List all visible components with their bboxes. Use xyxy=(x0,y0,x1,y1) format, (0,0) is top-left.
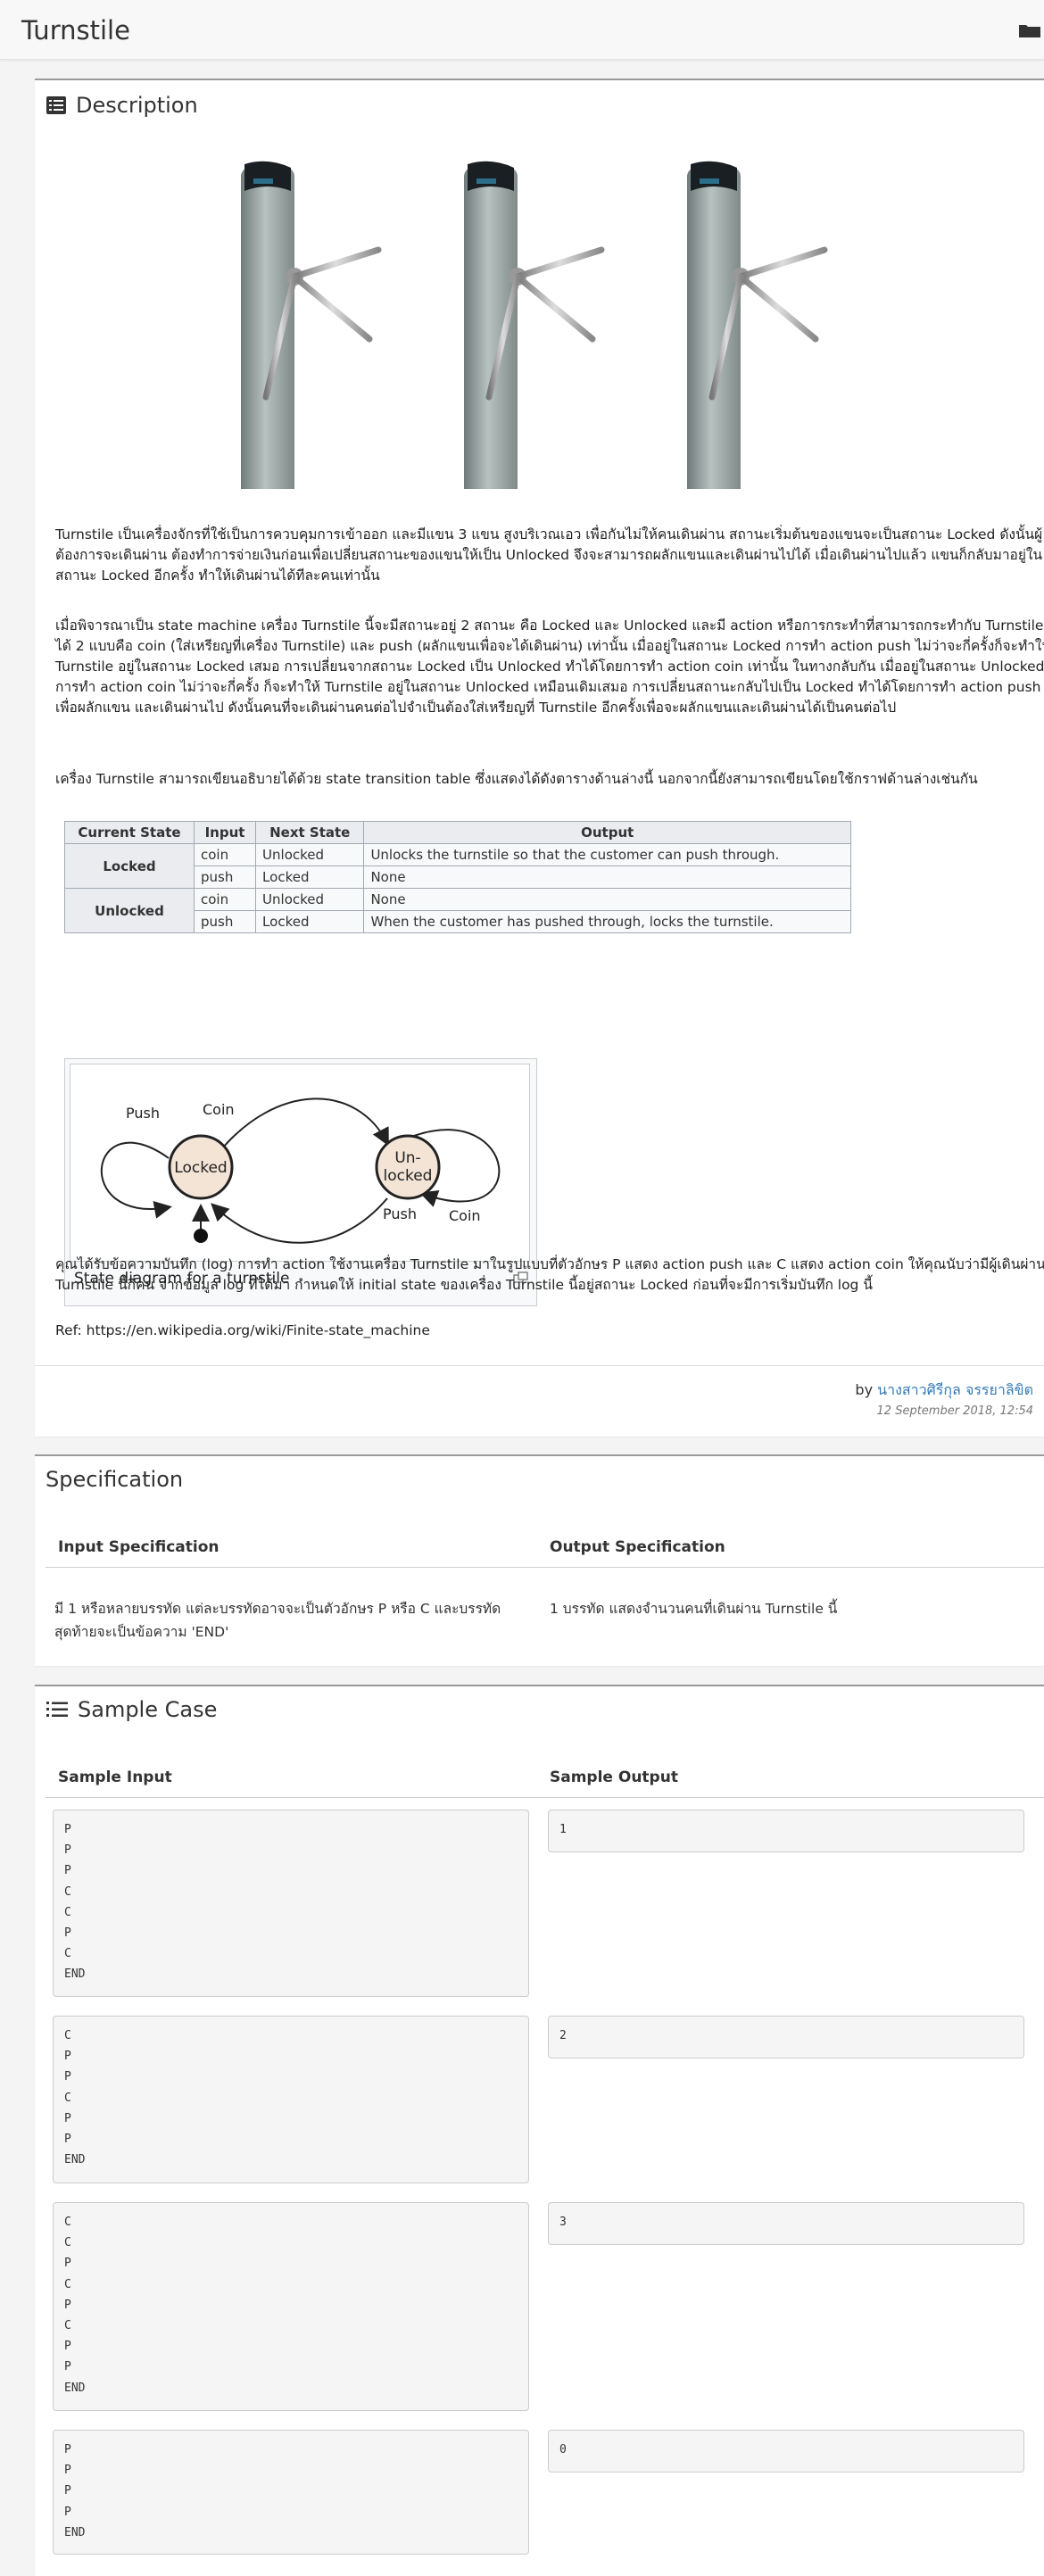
description-heading: Description xyxy=(46,93,198,118)
output-specification-text: 1 บรรทัด แสดงจำนวนคนที่เดินผ่าน Turnstil… xyxy=(550,1601,838,1617)
sample-case-panel: Sample Case Sample Input Sample Output P… xyxy=(35,1685,1044,2576)
next-state-cell: Locked xyxy=(255,866,365,889)
description-paragraph-1: Turnstile เป็นเครื่องจักรที่ใช้เป็นการคว… xyxy=(55,526,1043,584)
state-diagram: Locked Un- locked Push Coin Push Coin xyxy=(70,1064,530,1262)
input-specification-heading: Input Specification xyxy=(58,1538,220,1556)
coin-label: Coin xyxy=(449,1207,481,1224)
coin-transition xyxy=(217,1097,389,1155)
list-alt-icon xyxy=(46,96,66,114)
state-transition-table: Current State Input Next State Output Lo… xyxy=(64,821,851,933)
node-locked-label: Locked xyxy=(174,1159,227,1177)
author-line: by นางสาวศิรีกุล จรรยาลิขิต xyxy=(855,1379,1033,1402)
divider xyxy=(46,1797,1044,1798)
table-row: Unlocked coin Unlocked None xyxy=(64,888,851,933)
author-link[interactable]: นางสาวศิรีกุล จรรยาลิขิต xyxy=(877,1381,1033,1398)
output-specification-heading: Output Specification xyxy=(550,1538,725,1556)
state-cell-locked: Locked xyxy=(64,843,195,889)
description-paragraph-2: เมื่อพิจารณาเป็น state machine เครื่อง T… xyxy=(55,617,1044,716)
sample-input-box[interactable]: P P P P END xyxy=(53,2430,529,2555)
input-cell: push xyxy=(193,866,257,889)
state-cell-unlocked: Unlocked xyxy=(64,888,195,933)
node-unlocked-label-1: Un- xyxy=(394,1149,420,1167)
reference-text: Ref: https://en.wikipedia.org/wiki/Finit… xyxy=(55,1322,430,1338)
next-state-cell: Unlocked xyxy=(255,888,365,911)
table-header: Current State xyxy=(64,821,195,844)
input-cell: coin xyxy=(193,843,257,866)
turnstile-image xyxy=(241,161,828,489)
folder-icon[interactable] xyxy=(1017,21,1044,39)
node-unlocked-label-2: locked xyxy=(384,1167,433,1185)
sample-output-box[interactable]: 3 xyxy=(548,2202,1024,2245)
output-cell: None xyxy=(363,888,851,911)
timestamp: 12 September 2018, 12:54 xyxy=(876,1404,1033,1418)
input-cell: push xyxy=(193,910,257,933)
list-ol-icon xyxy=(46,1702,68,1717)
next-state-cell: Locked xyxy=(255,910,365,933)
divider xyxy=(46,1567,1044,1568)
output-cell: Unlocks the turnstile so that the custom… xyxy=(363,843,851,866)
table-header: Output xyxy=(363,821,851,844)
table-header-row: Current State Input Next State Output xyxy=(64,821,851,844)
push-transition xyxy=(211,1197,388,1244)
page-title: Turnstile xyxy=(21,15,130,46)
description-paragraph-4: คุณได้รับข้อความบันทึก (log) การทำ actio… xyxy=(55,1256,1044,1293)
table-row: Locked coin Unlocked Unlocks the turnsti… xyxy=(64,843,851,889)
top-bar: Turnstile xyxy=(0,0,1044,60)
push-label: Push xyxy=(383,1205,417,1222)
table-header: Input xyxy=(193,821,257,844)
output-cell: None xyxy=(363,866,851,889)
table-header: Next State xyxy=(255,821,365,844)
sample-input-box[interactable]: P P P C C P C END xyxy=(53,1810,529,1997)
specification-panel: Specification Input Specification Output… xyxy=(35,1454,1044,1666)
push-label: Push xyxy=(126,1105,160,1122)
output-cell: When the customer has pushed through, lo… xyxy=(363,910,851,933)
input-cell: coin xyxy=(193,888,257,911)
sample-input-box[interactable]: C P P C P P END xyxy=(53,2016,529,2183)
push-self-loop xyxy=(101,1141,172,1219)
initial-dot xyxy=(194,1229,208,1243)
author-prefix: by xyxy=(855,1381,874,1398)
sample-input-box[interactable]: C C P C P C P P END xyxy=(53,2202,529,2411)
specification-heading: Specification xyxy=(46,1467,184,1492)
sample-output-box[interactable]: 0 xyxy=(548,2430,1024,2472)
sample-output-box[interactable]: 1 xyxy=(548,1810,1024,1852)
description-panel: Description Turnstile เป็นเครื่องจักรที่… xyxy=(35,79,1044,1437)
divider xyxy=(35,1365,1044,1366)
sample-input-heading: Sample Input xyxy=(58,1768,172,1786)
sample-output-heading: Sample Output xyxy=(550,1768,678,1786)
next-state-cell: Unlocked xyxy=(255,843,365,866)
sample-case-heading: Sample Case xyxy=(46,1697,217,1722)
coin-label: Coin xyxy=(203,1101,235,1118)
input-specification-text: มี 1 หรือหลายบรรทัด แต่ละบรรทัดอาจจะเป็น… xyxy=(54,1601,501,1640)
sample-output-box[interactable]: 2 xyxy=(548,2016,1024,2058)
description-paragraph-3: เครื่อง Turnstile สามารถเขียนอธิบายได้ด้… xyxy=(55,771,978,787)
